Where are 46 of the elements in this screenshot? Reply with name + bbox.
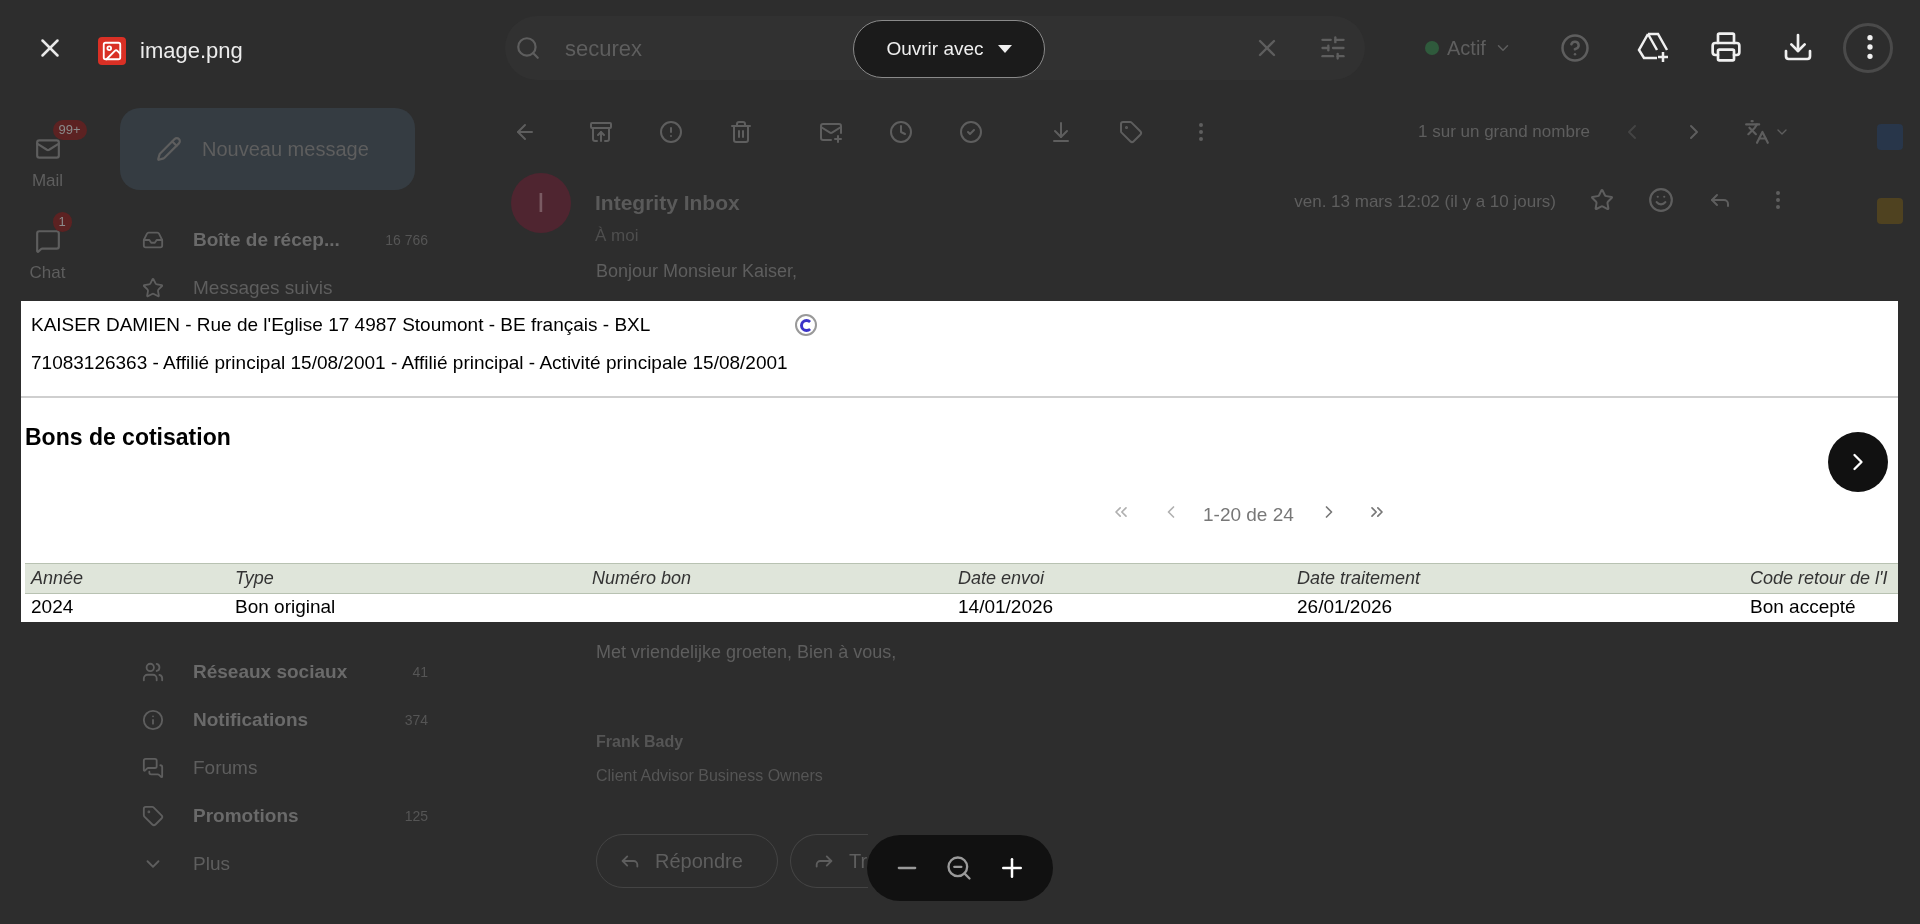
c-icon (795, 314, 818, 337)
section-title: Bons de cotisation (25, 423, 232, 452)
search-icon (515, 35, 541, 61)
caret-icon (997, 45, 1012, 53)
table-cell: Bon original (235, 595, 336, 617)
document-header-line: 71083126363 - Affilié principal 15/08/2001 - Affilié principal - Activité principale 15/08/2001 (31, 350, 789, 375)
table-cell: 14/01/2026 (958, 595, 1054, 617)
mail-icon[interactable] (819, 120, 843, 144)
print-icon[interactable] (1710, 31, 1742, 63)
archive-icon[interactable] (589, 120, 613, 144)
triangle-plus-icon[interactable] (1636, 30, 1670, 64)
folder-label: Boîte de récep... (193, 227, 341, 252)
table-cell: Bon accepté (1750, 595, 1856, 617)
filter-icon[interactable] (1319, 34, 1347, 62)
column-header: Numéro bon (591, 567, 693, 590)
clock-icon[interactable] (889, 120, 913, 144)
delete-icon[interactable] (729, 120, 753, 144)
check-circle-icon[interactable] (959, 120, 983, 144)
star-icon[interactable] (1590, 188, 1614, 212)
unread-badge: 99+ (52, 120, 87, 140)
document-header-line: KAISER DAMIEN - Rue de l'Eglise 17 4987 Stoumont - BE français - BXL (31, 313, 651, 337)
column-header: Date envoi (957, 567, 1046, 590)
help-icon[interactable] (1559, 33, 1590, 63)
table-cell: 26/01/2026 (1297, 595, 1393, 617)
alert-icon[interactable] (659, 120, 683, 144)
unread-badge: 1 (52, 211, 72, 232)
table-cell: 2024 (31, 595, 74, 617)
pencil-icon (156, 136, 182, 162)
folder-label: Promotions (193, 803, 300, 828)
column-header: Année (29, 567, 85, 590)
folder-label: Notifications (193, 707, 310, 732)
chat-bubble-icon (34, 227, 61, 254)
emoji-icon[interactable] (1648, 187, 1674, 213)
download-icon[interactable] (1782, 31, 1814, 63)
label-icon[interactable] (1119, 120, 1143, 144)
mail-icon (34, 136, 61, 162)
open-with-button[interactable]: Ouvrir avec (853, 20, 1045, 78)
page-range: 1-20 de 24 (1203, 502, 1294, 527)
image-file-icon (98, 36, 126, 65)
folder-label: Réseaux sociaux (193, 659, 349, 684)
language-icon[interactable] (1744, 119, 1770, 145)
column-header: Type (234, 567, 275, 590)
avatar[interactable] (1843, 23, 1893, 73)
zoom-out-icon[interactable] (945, 854, 973, 882)
column-header: Date traitement (1296, 567, 1422, 590)
column-header: Code retour de l'I (1749, 567, 1889, 590)
